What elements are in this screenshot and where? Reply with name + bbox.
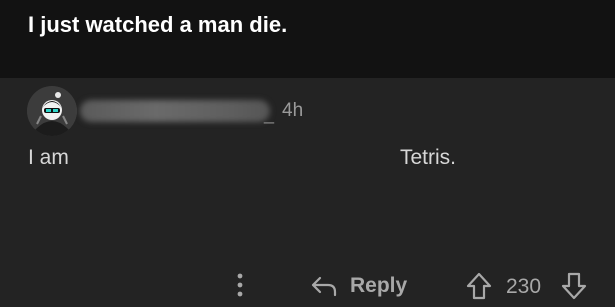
avatar[interactable]: [27, 86, 77, 136]
avatar-image: [27, 86, 77, 136]
username-redacted: [80, 100, 270, 122]
post-header: I just watched a man die.: [0, 0, 615, 78]
comment: _ 4h I am Tetris. Reply 230: [0, 78, 615, 307]
reply-label: Reply: [350, 274, 408, 297]
username-tail: _: [264, 104, 275, 124]
more-vertical-icon[interactable]: [232, 272, 248, 298]
downvote-arrow-icon[interactable]: [561, 272, 587, 300]
comment-body-end: Tetris.: [400, 146, 457, 169]
reply-arrow-icon: [311, 276, 337, 297]
comment-timestamp: 4h: [282, 100, 304, 121]
upvote-arrow-icon[interactable]: [466, 272, 492, 300]
post-title[interactable]: I just watched a man die.: [28, 12, 287, 38]
comment-actions: Reply 230: [0, 268, 615, 304]
vote-score: 230: [506, 275, 542, 298]
reply-button[interactable]: Reply: [310, 268, 407, 304]
comment-body-start: I am: [28, 146, 69, 169]
